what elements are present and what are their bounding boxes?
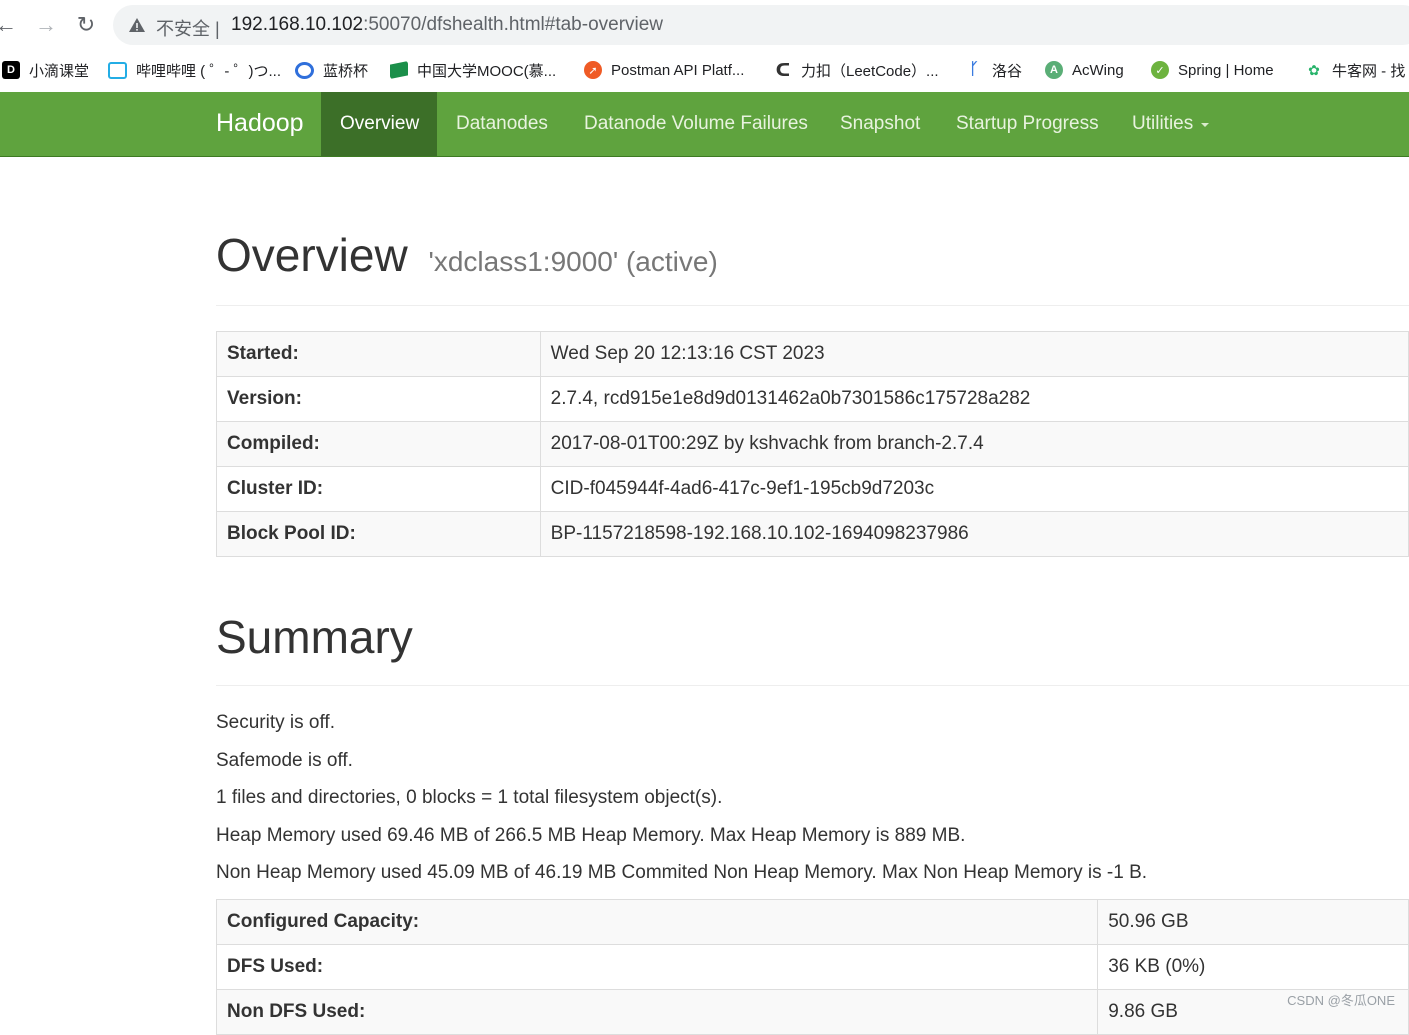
bookmark-item[interactable]: 中国大学MOOC(慕...: [390, 59, 556, 81]
row-key: Non DFS Used:: [215, 989, 1099, 1035]
forward-arrow-icon[interactable]: →: [32, 10, 60, 40]
bookmark-item[interactable]: 蓝桥杯: [295, 59, 368, 81]
tab-datanodes[interactable]: Datanodes: [437, 92, 567, 156]
row-key: Started:: [216, 331, 541, 377]
leetcode-icon: ᑕ: [774, 59, 792, 80]
security-status: Security is off.: [216, 712, 335, 733]
bookmark-item[interactable]: 哔哩哔哩 ( ゜- ゜)つ...: [108, 59, 281, 81]
row-key: Block Pool ID:: [216, 511, 541, 557]
table-row: Configured Capacity: 50.96 GB: [215, 899, 1409, 945]
table-row: Block Pool ID: BP-1157218598-192.168.10.…: [216, 511, 1409, 557]
namenode-subtitle: 'xdclass1:9000' (active): [428, 246, 718, 277]
lanqiao-icon: [295, 61, 314, 79]
row-value: Wed Sep 20 12:13:16 CST 2023: [539, 331, 1409, 377]
mooc-icon: [390, 61, 408, 79]
heap-memory: Heap Memory used 69.46 MB of 266.5 MB He…: [216, 825, 966, 846]
table-row: Compiled: 2017-08-01T00:29Z by kshvachk …: [216, 421, 1409, 467]
nowcoder-icon: ✿: [1305, 61, 1323, 79]
postman-icon: ➚: [584, 61, 602, 79]
reload-icon[interactable]: ↻: [72, 10, 100, 40]
non-heap-memory: Non Heap Memory used 45.09 MB of 46.19 M…: [216, 862, 1148, 883]
back-arrow-icon[interactable]: ←: [0, 10, 20, 40]
spring-icon: ✓: [1151, 61, 1169, 79]
filesystem-objects: 1 files and directories, 0 blocks = 1 to…: [216, 787, 723, 808]
hadoop-navbar: Hadoop Overview Datanodes Datanode Volum…: [0, 92, 1409, 157]
tab-snapshot[interactable]: Snapshot: [821, 92, 939, 156]
acwing-icon: A: [1045, 61, 1063, 79]
row-key: Version:: [216, 376, 541, 422]
warning-icon[interactable]: [128, 16, 146, 34]
bookmark-item[interactable]: D 小滴课堂: [2, 59, 89, 81]
row-value: 36 KB (0%): [1097, 944, 1409, 990]
row-key: Compiled:: [216, 421, 541, 467]
tab-datanode-volume-failures[interactable]: Datanode Volume Failures: [565, 92, 827, 156]
row-value: CID-f045944f-4ad6-417c-9ef1-195cb9d7203c: [539, 466, 1409, 512]
bookmarks-bar: D 小滴课堂 哔哩哔哩 ( ゜- ゜)つ... 蓝桥杯 中国大学MOOC(慕..…: [0, 50, 1409, 90]
csdn-watermark: CSDN @冬瓜ONE: [1287, 993, 1395, 1008]
url-omnibox[interactable]: 不安全 | 192.168.10.102:50070/dfshealth.htm…: [113, 5, 1409, 45]
bookmark-item[interactable]: ✓ Spring | Home: [1151, 59, 1274, 81]
summary-title: Summary: [216, 611, 413, 663]
luogu-icon: ᚴ: [965, 61, 983, 79]
browser-address-bar: ← → ↻ 不安全 | 192.168.10.102:50070/dfsheal…: [0, 0, 1409, 50]
safemode-status: Safemode is off.: [216, 750, 353, 771]
row-value: 2017-08-01T00:29Z by kshvachk from branc…: [539, 421, 1409, 467]
bilibili-icon: [108, 61, 127, 79]
summary-header: Summary: [216, 610, 1409, 686]
row-value: 2.7.4, rcd915e1e8d9d0131462a0b7301586c17…: [539, 376, 1409, 422]
caret-down-icon: [1201, 123, 1210, 127]
xiaodi-icon: D: [2, 61, 20, 79]
table-row: DFS Used: 36 KB (0%): [215, 944, 1409, 990]
bookmark-item[interactable]: ᑕ 力扣（LeetCode）...: [774, 59, 939, 81]
row-key: Configured Capacity:: [215, 899, 1099, 945]
page-title: Overview 'xdclass1:9000' (active): [216, 229, 718, 281]
insecure-label[interactable]: 不安全 |: [156, 15, 220, 41]
url-text[interactable]: 192.168.10.102:50070/dfshealth.html#tab-…: [231, 14, 663, 36]
bookmark-item[interactable]: A AcWing: [1045, 59, 1124, 81]
table-row: Version: 2.7.4, rcd915e1e8d9d0131462a0b7…: [216, 376, 1409, 422]
tab-overview[interactable]: Overview: [321, 92, 437, 156]
utilities-dropdown[interactable]: Utilities: [1113, 92, 1228, 156]
table-row: Cluster ID: CID-f045944f-4ad6-417c-9ef1-…: [216, 466, 1409, 512]
row-value: BP-1157218598-192.168.10.102-16940982379…: [539, 511, 1409, 557]
capacity-table: Configured Capacity: 50.96 GB DFS Used: …: [215, 899, 1409, 1035]
bookmark-item[interactable]: ᚴ 洛谷: [965, 59, 1022, 81]
bookmark-item[interactable]: ✿ 牛客网 - 找: [1305, 59, 1405, 81]
table-row: Non DFS Used: 9.86 GB: [215, 989, 1409, 1035]
row-key: DFS Used:: [215, 944, 1099, 990]
bookmark-item[interactable]: ➚ Postman API Platf...: [584, 59, 744, 81]
row-key: Cluster ID:: [216, 466, 541, 512]
brand-logo[interactable]: Hadoop: [216, 109, 304, 138]
overview-header: Overview 'xdclass1:9000' (active): [216, 228, 1409, 306]
table-row: Started: Wed Sep 20 12:13:16 CST 2023: [216, 331, 1409, 377]
tab-startup-progress[interactable]: Startup Progress: [937, 92, 1118, 156]
overview-table: Started: Wed Sep 20 12:13:16 CST 2023 Ve…: [216, 331, 1409, 557]
row-value: 50.96 GB: [1097, 899, 1409, 945]
